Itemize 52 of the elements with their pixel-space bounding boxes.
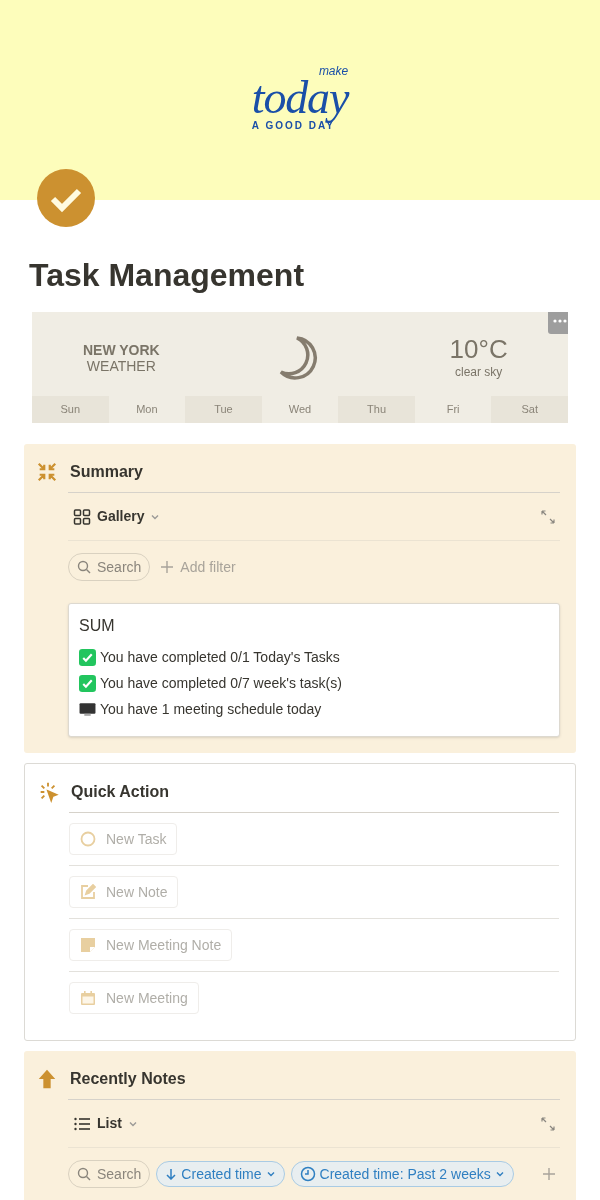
collapse-arrows-icon	[36, 461, 58, 483]
temperature: 10°C	[449, 335, 508, 363]
action-button[interactable]: New Note	[69, 876, 179, 908]
action-button[interactable]: New Meeting Note	[69, 929, 233, 961]
view-selector[interactable]: List	[73, 1113, 138, 1134]
logo-text: A GOOD DAY	[251, 121, 335, 131]
action-button[interactable]: New Task	[69, 823, 178, 855]
circle-icon	[80, 831, 96, 847]
plus-icon	[160, 560, 175, 574]
view-selector[interactable]: Gallery	[73, 506, 161, 527]
check-box-icon	[79, 648, 96, 666]
expand-icon[interactable]	[541, 509, 555, 524]
action-button[interactable]: New Meeting	[69, 982, 199, 1014]
add-filter-button[interactable]: Add filter	[156, 556, 240, 578]
monitor-icon	[79, 700, 96, 718]
expand-icon[interactable]	[541, 1116, 555, 1131]
check-box-icon	[79, 674, 96, 692]
sticky-note-icon	[80, 937, 96, 953]
summary-line: You have completed 0/1 Today's Tasks	[100, 647, 340, 667]
edit-icon	[80, 884, 96, 900]
day-label: Sun	[32, 396, 109, 423]
more-icon	[553, 319, 567, 323]
caret-icon	[265, 1169, 276, 1179]
summary-line: You have completed 0/7 week's task(s)	[100, 673, 342, 693]
search-placeholder: Search	[97, 1164, 142, 1184]
check-circle-icon	[37, 169, 95, 227]
day-label: Thu	[338, 396, 415, 423]
day-label: Sat	[491, 396, 568, 423]
search-placeholder: Search	[97, 557, 142, 577]
section-title: Recently Notes	[70, 1069, 186, 1089]
summary-line: You have 1 meeting schedule today	[100, 699, 322, 719]
filter-chip[interactable]: Created time: Past 2 weeks	[290, 1161, 514, 1187]
logo-text: make	[318, 65, 349, 77]
section-title: Quick Action	[71, 782, 170, 802]
card-title: SUM	[79, 616, 116, 636]
calendar-icon	[80, 990, 96, 1006]
section-title: Summary	[70, 462, 143, 482]
more-button[interactable]	[548, 312, 568, 334]
day-label: Tue	[185, 396, 262, 423]
page-title: Task Management	[28, 256, 306, 295]
sort-chip[interactable]: Created time	[156, 1161, 285, 1187]
gallery-icon	[73, 507, 91, 526]
city-name: NEW YORK	[82, 342, 160, 358]
arrow-up-icon	[36, 1068, 58, 1090]
caret-icon	[494, 1169, 505, 1179]
weather-condition: clear sky	[455, 364, 503, 381]
plus-icon	[542, 1167, 556, 1181]
clock-icon	[299, 1166, 316, 1182]
weather-label: WEATHER	[86, 358, 156, 374]
search-icon	[77, 560, 91, 574]
search-icon	[77, 1167, 91, 1181]
arrow-down-icon	[165, 1168, 178, 1180]
